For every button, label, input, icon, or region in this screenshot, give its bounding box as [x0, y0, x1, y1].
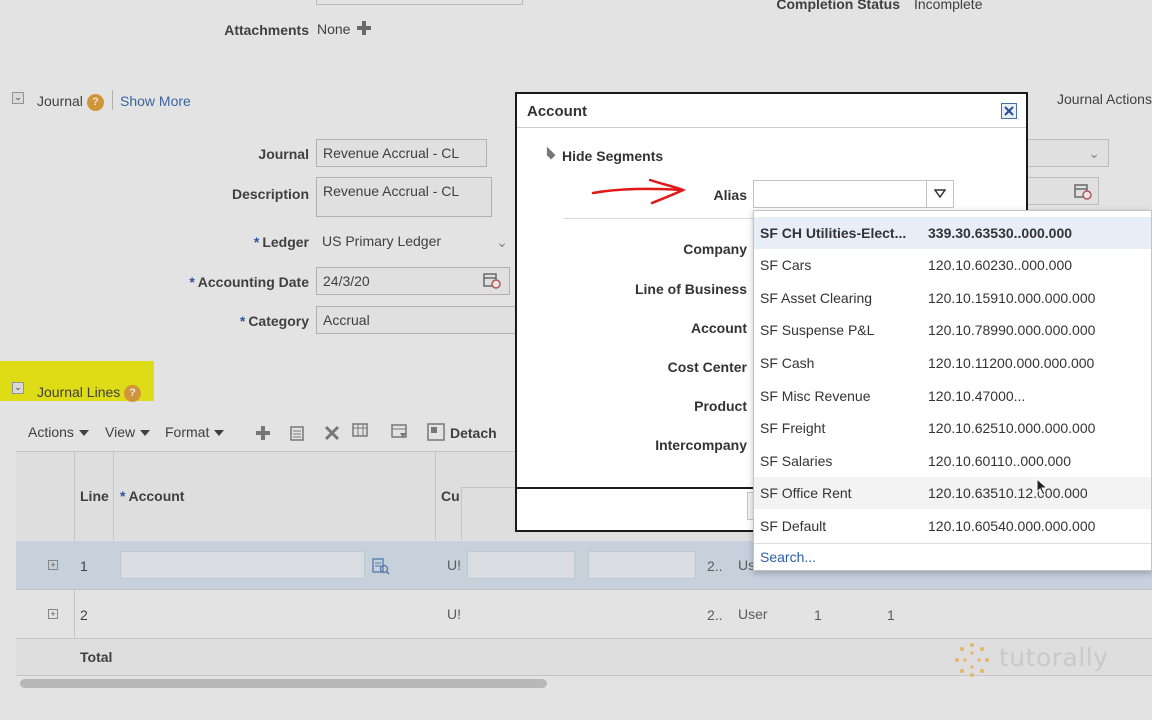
- alias-name: SF Salaries: [760, 453, 833, 469]
- alias-name: SF Misc Revenue: [760, 388, 871, 404]
- segment-label-account: Account: [691, 320, 747, 336]
- search-link[interactable]: Search...: [760, 549, 816, 565]
- hide-segments-toggle[interactable]: Hide Segments: [562, 148, 663, 164]
- alias-name: SF Asset Clearing: [760, 290, 873, 306]
- alias-code: 120.10.63510.12.000.000: [928, 485, 1088, 501]
- list-item[interactable]: SF Freight 120.10.62510.000.000.000: [754, 412, 1151, 444]
- mouse-cursor-icon: [1036, 478, 1049, 496]
- list-item[interactable]: SF Default 120.10.60540.000.000.000: [754, 510, 1151, 542]
- segment-label-company: Company: [683, 241, 747, 257]
- alias-code: 339.30.63530..000.000: [928, 225, 1073, 241]
- alias-code: 120.10.11200.000.000.000: [928, 355, 1095, 371]
- alias-code: 120.10.78990.000.000.000: [928, 322, 1096, 338]
- close-icon[interactable]: [1001, 103, 1017, 119]
- alias-code: 120.10.62510.000.000.000: [928, 420, 1096, 436]
- segment-separator: [563, 218, 783, 219]
- alias-name: SF Default: [760, 518, 827, 534]
- segment-label-line-of-business: Line of Business: [634, 281, 747, 297]
- list-item[interactable]: SF Suspense P&L 120.10.78990.000.000.000: [754, 314, 1151, 346]
- tutorally-watermark: tutorally: [999, 643, 1109, 672]
- alias-code: 120.10.15910.000.000.000: [928, 290, 1096, 306]
- segment-label-intercompany: Intercompany: [655, 437, 747, 453]
- list-item[interactable]: SF Cars 120.10.60230..000.000: [754, 249, 1151, 281]
- alias-name: SF Freight: [760, 420, 826, 436]
- dialog-title-bar: Account: [517, 94, 1026, 128]
- list-item[interactable]: SF Salaries 120.10.60110..000.000: [754, 445, 1151, 477]
- alias-name: SF Office Rent: [760, 485, 852, 501]
- annotation-arrow: [591, 178, 687, 205]
- alias-input[interactable]: [753, 180, 954, 208]
- list-item[interactable]: SF Cash 120.10.11200.000.000.000: [754, 347, 1151, 379]
- alias-name: SF Cash: [760, 355, 815, 371]
- dialog-title: Account: [527, 103, 587, 120]
- alias-name: SF Suspense P&L: [760, 322, 875, 338]
- alias-name: SF CH Utilities-Elect...: [760, 225, 907, 241]
- list-item[interactable]: SF Asset Clearing 120.10.15910.000.000.00…: [754, 282, 1151, 314]
- list-item[interactable]: SF Office Rent 120.10.63510.12.000.000: [754, 477, 1151, 509]
- dropdown-toggle-icon[interactable]: [926, 181, 953, 207]
- alias-code: 120.10.47000...: [928, 388, 1026, 404]
- list-item[interactable]: SF Misc Revenue 120.10.47000...: [754, 380, 1151, 412]
- alias-code: 120.10.60110..000.000: [928, 453, 1071, 469]
- tutorally-logo-icon: [955, 643, 989, 677]
- collapse-triangle-icon[interactable]: [542, 146, 556, 160]
- alias-name: SF Cars: [760, 257, 812, 273]
- dropdown-divider: [754, 543, 1151, 544]
- list-item[interactable]: SF CH Utilities-Elect... 339.30.63530..00…: [754, 217, 1151, 249]
- alias-dropdown-list: SF CH Utilities-Elect... 339.30.63530..00…: [753, 210, 1152, 571]
- segment-label-cost-center: Cost Center: [667, 359, 747, 375]
- alias-code: 120.10.60230..000.000: [928, 257, 1073, 273]
- segment-label-product: Product: [694, 398, 747, 414]
- alias-code: 120.10.60540.000.000.000: [928, 518, 1096, 534]
